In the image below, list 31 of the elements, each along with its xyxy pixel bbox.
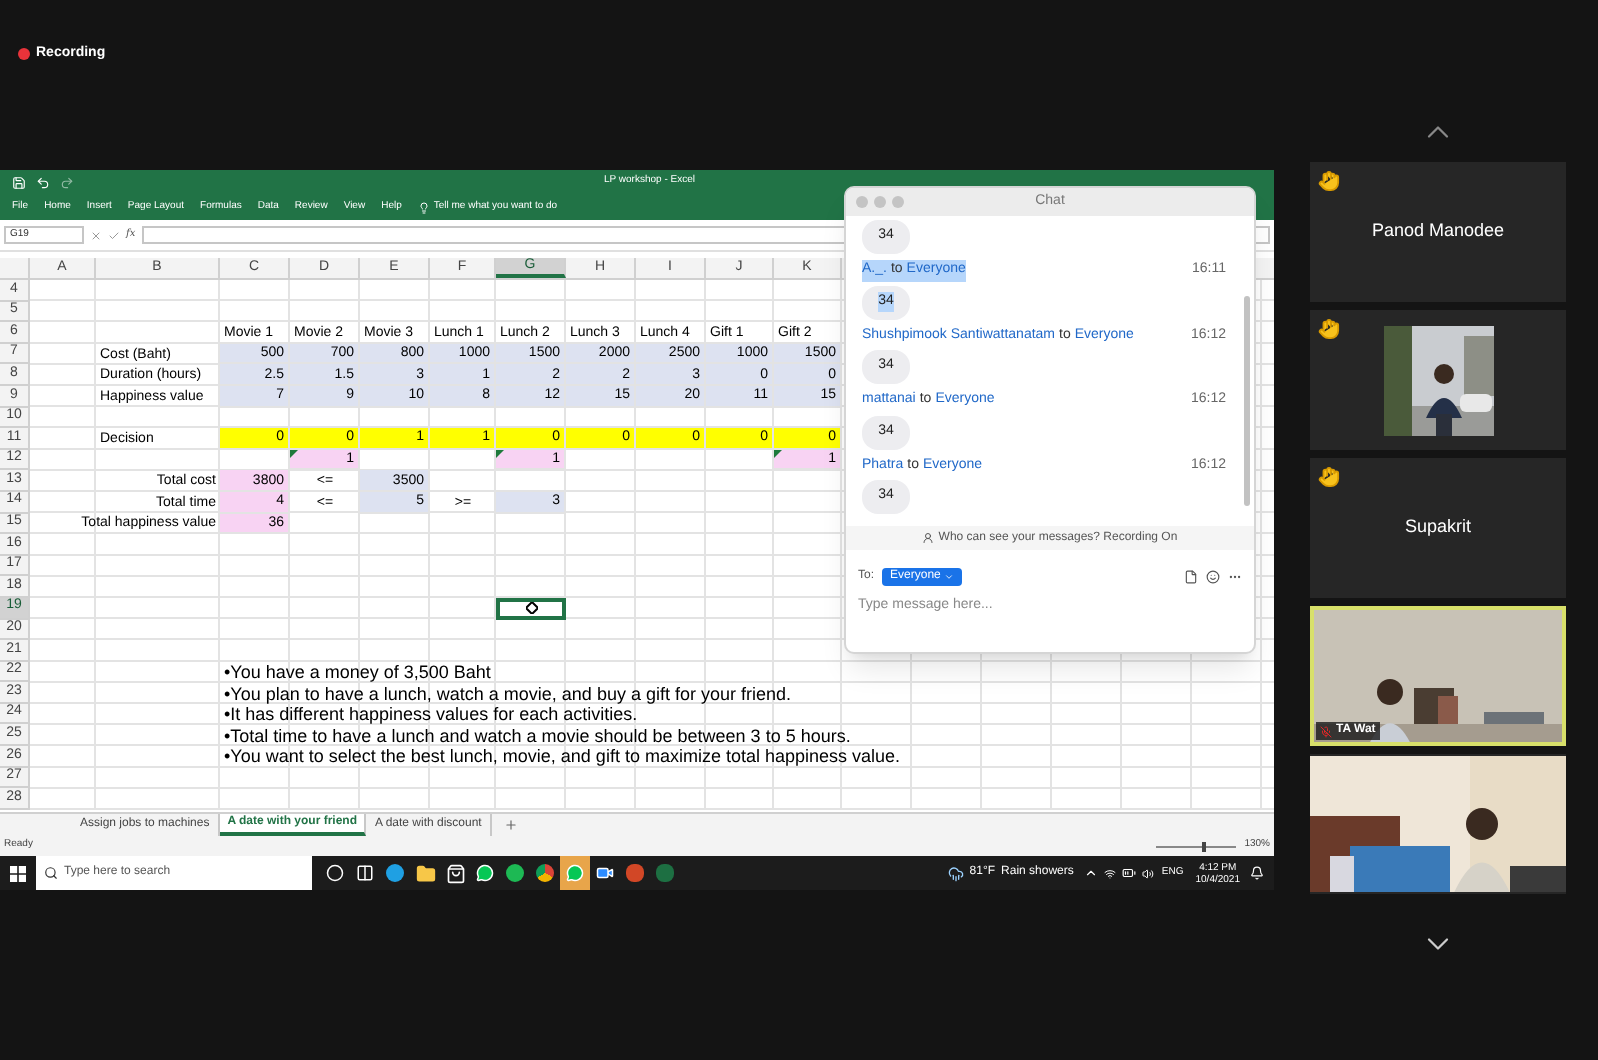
scrollbar[interactable] — [1244, 296, 1250, 506]
save-icon[interactable] — [12, 175, 26, 189]
chevron-up-icon[interactable] — [1083, 866, 1098, 880]
participant-tile[interactable]: Panod Manodee — [1310, 162, 1566, 302]
participant-tile[interactable]: Supakrit — [1310, 458, 1566, 598]
network-icon[interactable] — [1103, 867, 1116, 879]
cell-text: •It has different happiness values for each activities. — [224, 704, 638, 725]
emoji-icon[interactable] — [1206, 569, 1220, 583]
cell-text: •You want to select the best lunch, movie, and gift to maximize total happiness value. — [224, 746, 901, 767]
battery-icon[interactable] — [1121, 866, 1136, 880]
selected-cell[interactable] — [496, 597, 566, 619]
lightbulb-icon[interactable] — [417, 201, 430, 213]
file-icon[interactable] — [1184, 569, 1198, 583]
person-icon — [922, 532, 935, 544]
weather-icon[interactable] — [947, 865, 964, 881]
cursor-icon — [525, 602, 537, 615]
cell-text: •Total time to have a lunch and watch a movie should be between 3 to 5 hours. — [224, 725, 851, 746]
participant-name: Panod Manodee — [1371, 218, 1505, 245]
slider-thumb[interactable] — [1202, 841, 1207, 851]
undo-icon[interactable] — [36, 175, 50, 189]
cell-text: •You have a money of 3,500 Baht — [224, 661, 491, 682]
participant-tile[interactable] — [1310, 310, 1566, 450]
caret-icon — [944, 571, 955, 581]
notifications-icon[interactable] — [1250, 866, 1264, 880]
cell-text: •You plan to have a lunch, watch a movie, and buy a gift for your friend. — [224, 683, 791, 704]
windows-logo-icon[interactable] — [10, 865, 26, 881]
search-icon — [44, 866, 58, 880]
participant-name: Supakrit — [1404, 514, 1472, 541]
cancel-icon[interactable] — [90, 229, 102, 241]
check-icon[interactable] — [108, 229, 120, 241]
volume-icon[interactable] — [1141, 867, 1154, 879]
